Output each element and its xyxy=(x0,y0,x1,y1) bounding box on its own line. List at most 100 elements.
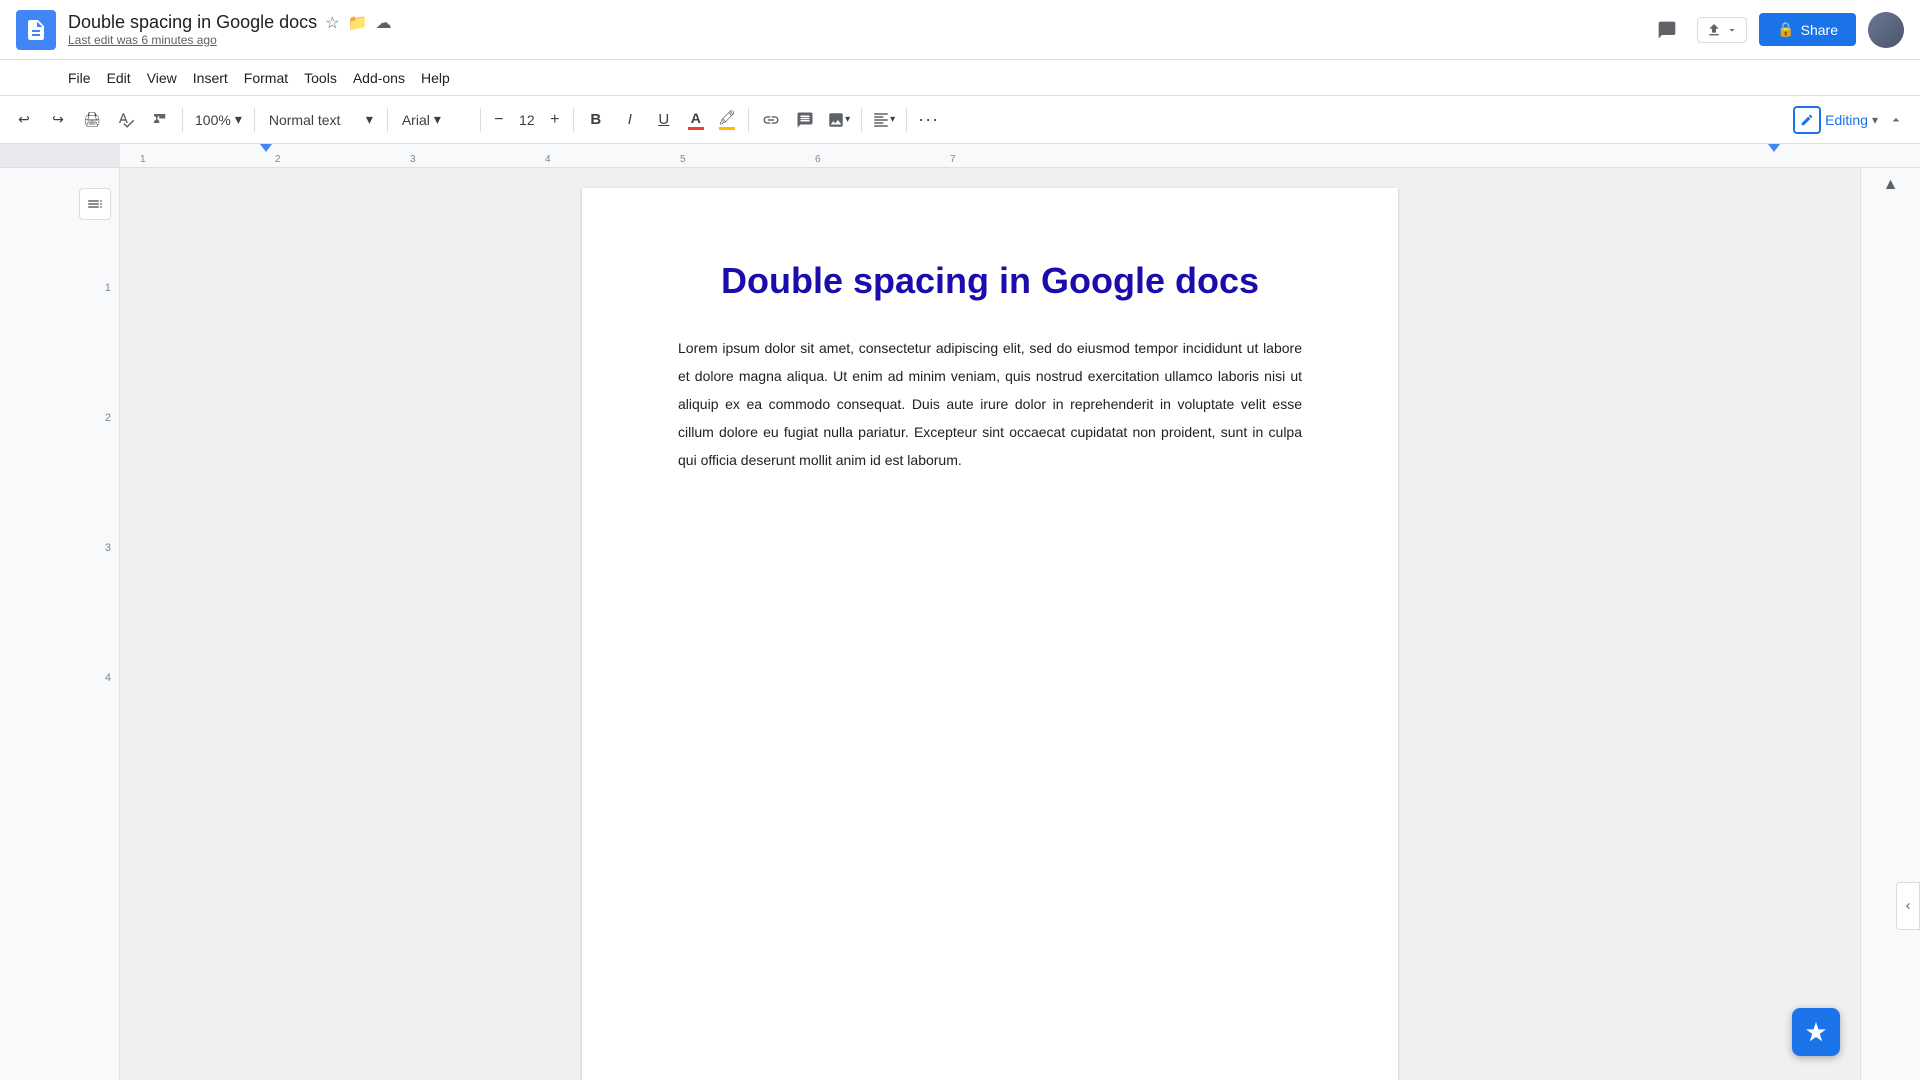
underline-button[interactable]: U xyxy=(648,104,680,136)
menu-insert[interactable]: Insert xyxy=(185,66,236,90)
redo-button[interactable]: ↪ xyxy=(42,104,74,136)
align-button[interactable]: ▾ xyxy=(868,104,900,136)
folder-icon[interactable]: 📁 xyxy=(348,13,368,33)
ai-assistant-button[interactable] xyxy=(1792,1008,1840,1056)
font-size-decrease[interactable]: − xyxy=(487,108,511,132)
right-panel: ▲ xyxy=(1860,168,1920,1080)
align-chevron: ▾ xyxy=(890,114,895,125)
document-heading: Double spacing in Google docs xyxy=(678,260,1302,302)
font-size-value: 12 xyxy=(513,112,541,128)
highlight-bar xyxy=(719,127,735,130)
last-edit-status: Last edit was 6 minutes ago xyxy=(68,33,1649,47)
vertical-ruler-numbers: 1 2 3 4 xyxy=(105,280,111,800)
editing-label: Editing xyxy=(1825,112,1868,128)
cloud-icon[interactable]: ☁ xyxy=(375,13,391,33)
v-ruler-4: 4 xyxy=(105,670,111,800)
font-chevron: ▾ xyxy=(434,111,441,128)
menu-help[interactable]: Help xyxy=(413,66,458,90)
divider-2 xyxy=(254,108,255,132)
divider-3 xyxy=(387,108,388,132)
divider-7 xyxy=(861,108,862,132)
left-sidebar: 1 2 3 4 xyxy=(0,168,120,1080)
link-button[interactable] xyxy=(755,104,787,136)
divider-5 xyxy=(573,108,574,132)
ruler-indent-right[interactable] xyxy=(1768,144,1780,152)
horizontal-ruler: 1 2 3 4 5 6 7 xyxy=(0,144,1920,168)
menu-tools[interactable]: Tools xyxy=(296,66,345,90)
spellcheck-button[interactable] xyxy=(110,104,142,136)
share-button[interactable]: 🔒 Share xyxy=(1759,13,1856,46)
v-ruler-1: 1 xyxy=(105,280,111,410)
zoom-select[interactable]: 100% ▾ xyxy=(189,107,248,132)
v-ruler-3: 3 xyxy=(105,540,111,670)
print-button[interactable]: 🖨 xyxy=(76,104,108,136)
outline-button[interactable] xyxy=(79,188,111,220)
divider-8 xyxy=(906,108,907,132)
font-value: Arial xyxy=(402,112,430,128)
highlight-button[interactable]: 🖍 xyxy=(712,105,742,134)
collapse-toolbar-button[interactable] xyxy=(1880,104,1912,136)
image-chevron: ▾ xyxy=(845,114,850,125)
docs-logo xyxy=(16,10,56,50)
ruler-num-4: 4 xyxy=(545,154,551,165)
editing-chevron: ▾ xyxy=(1872,113,1878,127)
comment-inline-button[interactable] xyxy=(789,104,821,136)
style-select[interactable]: Normal text ▾ xyxy=(261,107,381,132)
text-color-icon: A xyxy=(691,110,701,126)
document-body[interactable]: Lorem ipsum dolor sit amet, consectetur … xyxy=(678,334,1302,474)
divider-4 xyxy=(480,108,481,132)
menu-format[interactable]: Format xyxy=(236,66,296,90)
paint-format-button[interactable] xyxy=(144,104,176,136)
text-color-button[interactable]: A xyxy=(682,106,710,134)
editing-mode-selector[interactable]: Editing ▾ xyxy=(1793,106,1878,134)
ruler-num-7: 7 xyxy=(950,154,956,165)
menu-edit[interactable]: Edit xyxy=(99,66,139,90)
style-value: Normal text xyxy=(269,112,341,128)
menu-addons[interactable]: Add-ons xyxy=(345,66,413,90)
font-select[interactable]: Arial ▾ xyxy=(394,107,474,132)
ruler-num-3: 3 xyxy=(410,154,416,165)
ruler-indent-top[interactable] xyxy=(260,144,272,152)
zoom-value: 100% xyxy=(195,112,231,128)
more-options-button[interactable]: ··· xyxy=(913,104,945,136)
chevron-down-icon xyxy=(1726,24,1738,36)
save-to-drive-button[interactable] xyxy=(1697,17,1747,43)
divider-6 xyxy=(748,108,749,132)
font-size-control: − 12 + xyxy=(487,108,567,132)
share-label: Share xyxy=(1801,22,1838,38)
zoom-chevron: ▾ xyxy=(235,111,242,128)
star-icon[interactable]: ☆ xyxy=(325,13,339,33)
italic-button[interactable]: I xyxy=(614,104,646,136)
toolbar: ↩ ↪ 🖨 100% ▾ Normal text ▾ Arial ▾ − 12 … xyxy=(0,96,1920,144)
menu-view[interactable]: View xyxy=(139,66,185,90)
document-area: Double spacing in Google docs Lorem ipsu… xyxy=(120,168,1860,1080)
side-panel-toggle[interactable] xyxy=(1896,882,1920,930)
scroll-up-button[interactable]: ▲ xyxy=(1883,176,1899,194)
style-chevron: ▾ xyxy=(366,111,373,128)
doc-title: Double spacing in Google docs xyxy=(68,12,317,33)
ruler-left-margin xyxy=(0,144,120,167)
ruler-num-5: 5 xyxy=(680,154,686,165)
ruler-num-2: 2 xyxy=(275,154,281,165)
menu-file[interactable]: File xyxy=(60,66,99,90)
bold-button[interactable]: B xyxy=(580,104,612,136)
top-right-actions: 🔒 Share xyxy=(1649,12,1904,48)
ai-icon xyxy=(1804,1020,1828,1044)
page[interactable]: Double spacing in Google docs Lorem ipsu… xyxy=(582,188,1398,1080)
v-ruler-2: 2 xyxy=(105,410,111,540)
ruler-num-1: 1 xyxy=(140,154,146,165)
main-area: 1 2 3 4 Double spacing in Google docs Lo… xyxy=(0,168,1920,1080)
lock-icon: 🔒 xyxy=(1777,21,1794,38)
image-button[interactable]: ▾ xyxy=(823,104,855,136)
text-color-bar xyxy=(688,127,704,130)
undo-button[interactable]: ↩ xyxy=(8,104,40,136)
doc-title-area: Double spacing in Google docs ☆ 📁 ☁ Last… xyxy=(68,12,1649,47)
more-dots-icon: ··· xyxy=(918,109,939,130)
upload-icon xyxy=(1706,22,1722,38)
highlight-icon: 🖍 xyxy=(718,109,736,126)
user-avatar[interactable] xyxy=(1868,12,1904,48)
font-size-increase[interactable]: + xyxy=(543,108,567,132)
comment-button[interactable] xyxy=(1649,12,1685,48)
menu-bar: File Edit View Insert Format Tools Add-o… xyxy=(0,60,1920,96)
editing-icon xyxy=(1793,106,1821,134)
